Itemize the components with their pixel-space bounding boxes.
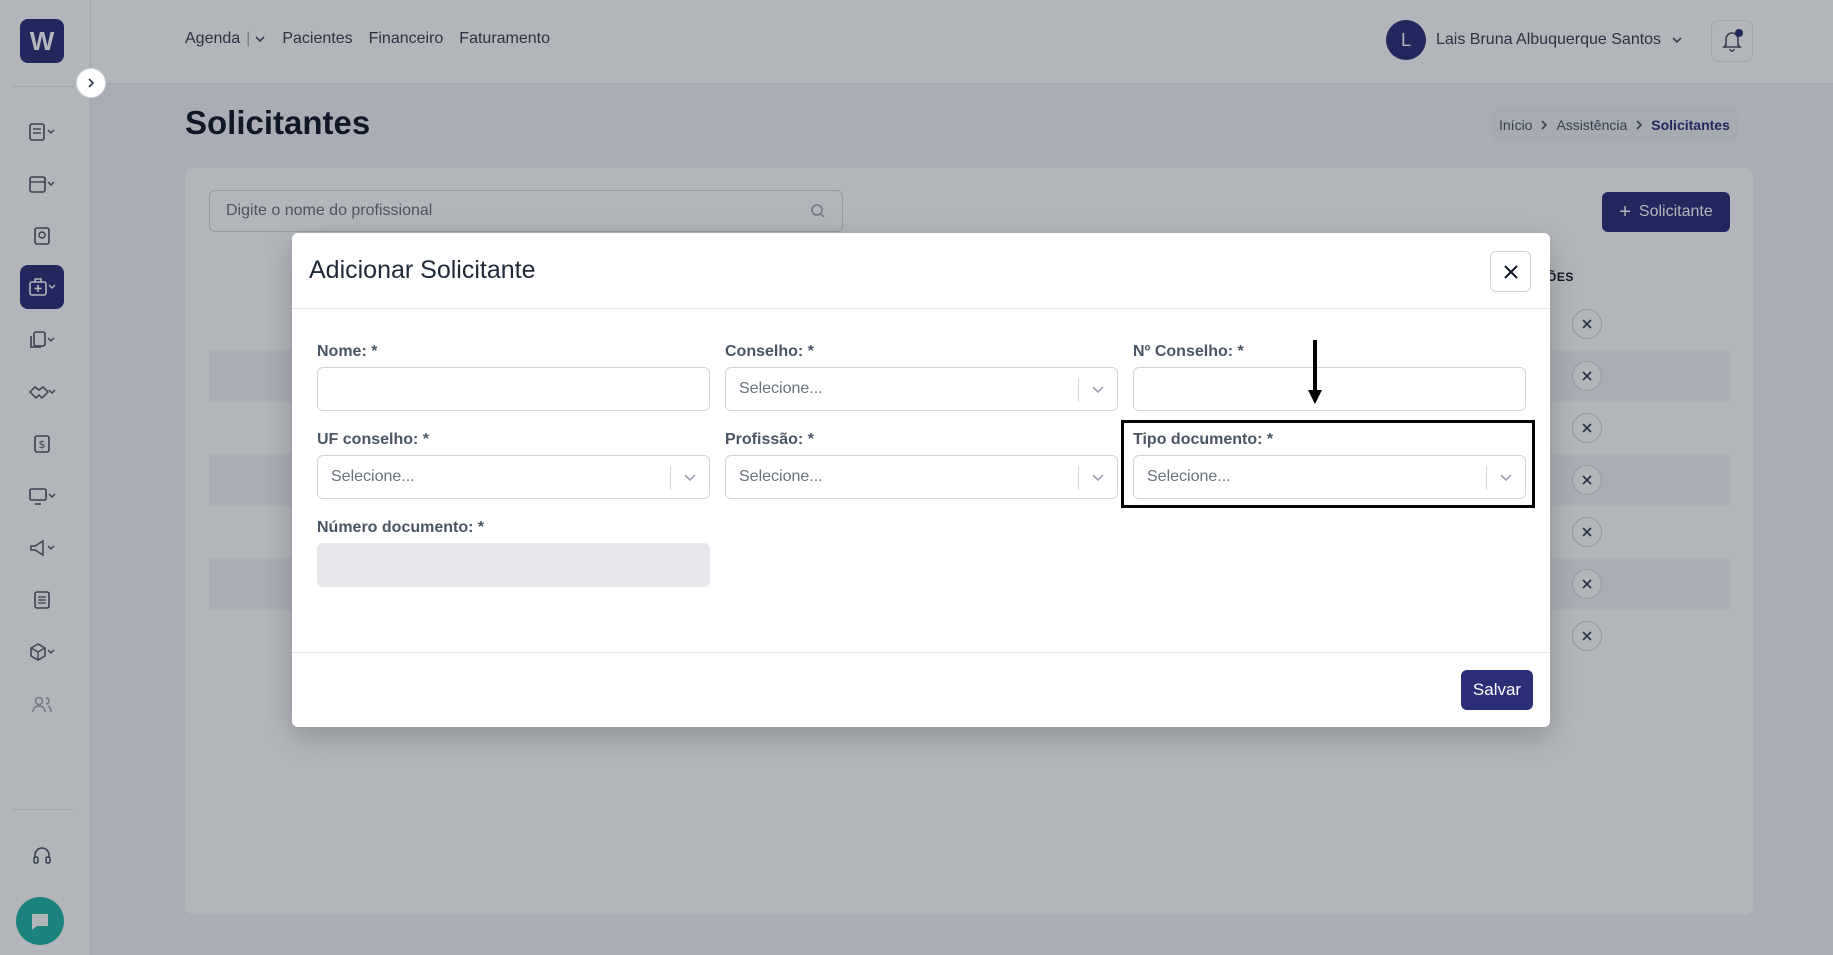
- select-divider: [670, 466, 671, 490]
- numero-documento-label: Número documento: *: [317, 519, 485, 536]
- close-icon: [1503, 264, 1518, 279]
- tipo-documento-select[interactable]: Selecione...: [1133, 455, 1526, 499]
- uf-conselho-select[interactable]: Selecione...: [317, 455, 710, 499]
- modal-footer-divider: [292, 652, 1550, 653]
- modal-header: Adicionar Solicitante: [292, 233, 1550, 309]
- conselho-field-group: Conselho: * Selecione...: [725, 343, 1118, 411]
- tipo-documento-label: Tipo documento: *: [1133, 431, 1274, 448]
- profissao-field-group: Profissão: * Selecione...: [725, 431, 1118, 499]
- profissao-placeholder: Selecione...: [739, 468, 823, 485]
- conselho-label: Conselho: *: [725, 343, 814, 360]
- select-divider: [1078, 378, 1079, 402]
- nome-label: Nome: *: [317, 343, 378, 360]
- tipo-documento-field-group: Tipo documento: * Selecione...: [1133, 431, 1526, 499]
- select-divider: [1078, 466, 1079, 490]
- num-conselho-input[interactable]: [1133, 367, 1526, 411]
- tipo-documento-placeholder: Selecione...: [1147, 468, 1231, 485]
- nome-input[interactable]: [317, 367, 710, 411]
- nome-field-group: Nome: *: [317, 343, 710, 411]
- uf-conselho-placeholder: Selecione...: [331, 468, 415, 485]
- chevron-down-icon: [1500, 474, 1512, 482]
- uf-conselho-label: UF conselho: *: [317, 431, 430, 448]
- add-solicitante-modal: Adicionar Solicitante Nome: * Conselho: …: [292, 233, 1550, 727]
- uf-conselho-field-group: UF conselho: * Selecione...: [317, 431, 710, 499]
- arrow-down-icon: [1308, 340, 1322, 404]
- select-divider: [1486, 466, 1487, 490]
- chevron-down-icon: [1092, 474, 1104, 482]
- close-modal-button[interactable]: [1490, 251, 1531, 292]
- conselho-select[interactable]: Selecione...: [725, 367, 1118, 411]
- chevron-down-icon: [1092, 386, 1104, 394]
- modal-title: Adicionar Solicitante: [309, 256, 536, 284]
- save-button[interactable]: Salvar: [1461, 670, 1533, 710]
- num-conselho-label: Nº Conselho: *: [1133, 343, 1244, 360]
- sidebar-toggle-button[interactable]: [76, 68, 106, 98]
- conselho-placeholder: Selecione...: [739, 380, 823, 397]
- numero-documento-input[interactable]: [317, 543, 710, 587]
- num-conselho-field-group: Nº Conselho: *: [1133, 343, 1526, 411]
- chevron-right-icon: [88, 78, 95, 88]
- numero-documento-field-group: Número documento: *: [317, 519, 710, 587]
- profissao-select[interactable]: Selecione...: [725, 455, 1118, 499]
- chevron-down-icon: [684, 474, 696, 482]
- profissao-label: Profissão: *: [725, 431, 814, 448]
